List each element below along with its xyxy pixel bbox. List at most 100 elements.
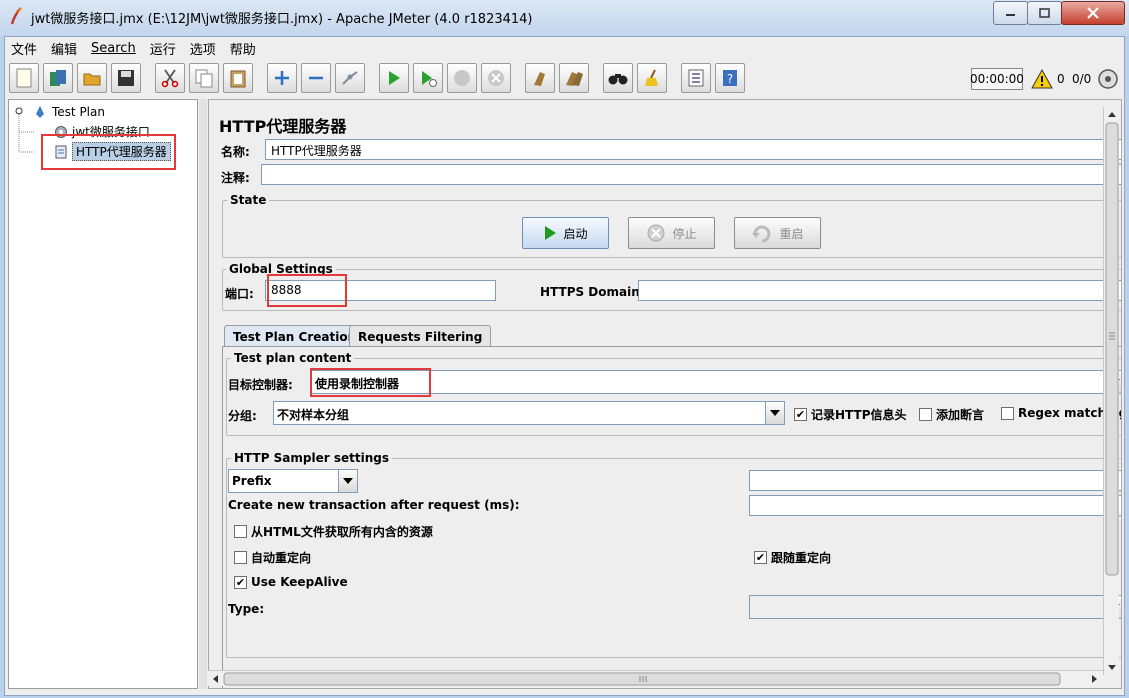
- chevron-down-icon[interactable]: [338, 470, 357, 492]
- http-sampler-settings-title: HTTP Sampler settings: [231, 451, 392, 465]
- gear-icon: [55, 125, 67, 138]
- transaction-delay-field[interactable]: [749, 495, 1121, 516]
- tab-requests-filtering[interactable]: Requests Filtering: [349, 325, 492, 347]
- stop-proxy-label: 停止: [672, 226, 697, 241]
- start-button[interactable]: [379, 63, 409, 93]
- retrieve-resources-checkbox[interactable]: 从HTML文件获取所有内含的资源: [234, 523, 433, 540]
- clear-all-button[interactable]: [559, 63, 589, 93]
- grouping-value: 不对样本分组: [277, 408, 350, 422]
- help-book-icon: ?: [723, 70, 737, 86]
- follow-redirects-label: 跟随重定向: [771, 551, 832, 565]
- clipboard-icon: [230, 70, 246, 88]
- port-field[interactable]: 8888: [265, 280, 496, 301]
- copy-button[interactable]: [189, 63, 219, 93]
- test-plan-tree: Test Plan jwt微服务接口 HTTP代理服务器: [8, 99, 198, 689]
- prefix-input[interactable]: [749, 470, 1121, 491]
- error-count: 0: [1057, 72, 1065, 86]
- name-field[interactable]: HTTP代理服务器: [265, 139, 1121, 160]
- auto-redirect-checkbox[interactable]: 自动重定向: [234, 549, 311, 566]
- vertical-scrollbar[interactable]: [1103, 107, 1119, 675]
- new-file-icon: [16, 68, 32, 88]
- play-no-timers-icon: [422, 71, 437, 87]
- broom-icon: [645, 69, 658, 86]
- grouping-label: 分组:: [228, 409, 257, 423]
- play-icon: [389, 71, 400, 85]
- reset-search-button[interactable]: [637, 63, 667, 93]
- templates-button[interactable]: [43, 63, 73, 93]
- collapse-button[interactable]: [301, 63, 331, 93]
- horizontal-scrollbar[interactable]: [208, 670, 1103, 686]
- tree-node-test-plan[interactable]: Test Plan: [33, 104, 105, 120]
- checkbox-empty: [1001, 406, 1014, 420]
- comment-label: 注释:: [221, 171, 250, 185]
- menu-search[interactable]: Search: [91, 41, 136, 56]
- test-plan-icon: [36, 106, 44, 118]
- copy-icon: [195, 69, 213, 88]
- checkmark-icon: ✔: [794, 408, 807, 421]
- open-folder-icon: [83, 73, 101, 86]
- close-button[interactable]: [1061, 1, 1125, 25]
- application-client-area: 文件 编辑 Search 运行 选项 帮助 ? 00:00:00 0 0/0 T…: [4, 36, 1125, 696]
- type-select[interactable]: [749, 595, 1121, 619]
- start-no-pause-button[interactable]: [413, 63, 443, 93]
- clear-all-broom-icon: [566, 72, 583, 86]
- target-controller-label: 目标控制器:: [228, 378, 293, 392]
- prefix-select[interactable]: Prefix: [228, 469, 358, 493]
- record-headers-checkbox[interactable]: ✔ 记录HTTP信息头: [794, 406, 907, 423]
- follow-redirects-checkbox[interactable]: ✔ 跟随重定向: [754, 549, 831, 566]
- templates-icon: [50, 70, 66, 86]
- prefix-value: Prefix: [232, 474, 272, 488]
- checkbox-empty: [234, 525, 247, 538]
- search-button[interactable]: [603, 63, 633, 93]
- tree-node-thread-group[interactable]: jwt微服务接口: [53, 123, 150, 140]
- toggle-button[interactable]: [335, 63, 365, 93]
- clear-button[interactable]: [525, 63, 555, 93]
- warning-icon[interactable]: [1031, 68, 1053, 90]
- shutdown-button[interactable]: [481, 63, 511, 93]
- save-button[interactable]: [111, 63, 141, 93]
- menu-run[interactable]: 运行: [150, 39, 176, 58]
- split-pane-divider[interactable]: [199, 99, 207, 689]
- tree-node-http-proxy[interactable]: HTTP代理服务器: [53, 142, 171, 161]
- proxy-icon: [55, 145, 67, 158]
- keepalive-checkbox[interactable]: ✔ Use KeepAlive: [234, 575, 348, 589]
- menu-options[interactable]: 选项: [190, 39, 216, 58]
- cut-button[interactable]: [155, 63, 185, 93]
- panel-title: HTTP代理服务器: [219, 117, 347, 136]
- menu-edit[interactable]: 编辑: [51, 39, 77, 58]
- new-button[interactable]: [9, 63, 39, 93]
- chevron-down-icon[interactable]: [765, 402, 784, 424]
- tree-node-label: jwt微服务接口: [72, 125, 150, 139]
- paste-button[interactable]: [223, 63, 253, 93]
- comment-field[interactable]: [261, 164, 1121, 185]
- https-domains-field[interactable]: [638, 280, 1121, 301]
- open-button[interactable]: [77, 63, 107, 93]
- start-proxy-label: 启动: [563, 226, 588, 241]
- help-button[interactable]: ?: [715, 63, 745, 93]
- target-controller-select[interactable]: 使用录制控制器: [311, 370, 1121, 394]
- clear-broom-icon: [534, 72, 545, 86]
- expand-button[interactable]: [267, 63, 297, 93]
- https-domains-label: HTTPS Domains:: [540, 285, 652, 299]
- menu-help[interactable]: 帮助: [230, 39, 256, 58]
- maximize-icon: [1038, 8, 1050, 18]
- stop-proxy-button[interactable]: 停止: [628, 217, 715, 249]
- transaction-delay-label: Create new transaction after request (ms…: [228, 498, 520, 512]
- menu-file[interactable]: 文件: [11, 39, 37, 58]
- maximize-button[interactable]: [1027, 1, 1062, 25]
- start-proxy-button[interactable]: 启动: [522, 217, 609, 249]
- restart-proxy-button[interactable]: 重启: [734, 217, 821, 249]
- add-assertions-checkbox[interactable]: 添加断言: [919, 406, 984, 423]
- scissors-icon: [161, 69, 179, 88]
- tab-test-plan-creation[interactable]: Test Plan Creation: [224, 325, 366, 347]
- minimize-button[interactable]: [993, 1, 1028, 25]
- state-group-title: State: [227, 193, 270, 207]
- checkbox-empty: [919, 408, 932, 421]
- type-label: Type:: [228, 602, 265, 616]
- test-plan-content-title: Test plan content: [231, 351, 355, 365]
- stop-button[interactable]: [447, 63, 477, 93]
- window-title: jwt微服务接口.jmx (E:\12JM\jwt微服务接口.jmx) - Ap…: [31, 12, 533, 27]
- function-helper-button[interactable]: [681, 63, 711, 93]
- grouping-select[interactable]: 不对样本分组: [273, 401, 785, 425]
- active-threads-count: 0/0: [1072, 72, 1092, 86]
